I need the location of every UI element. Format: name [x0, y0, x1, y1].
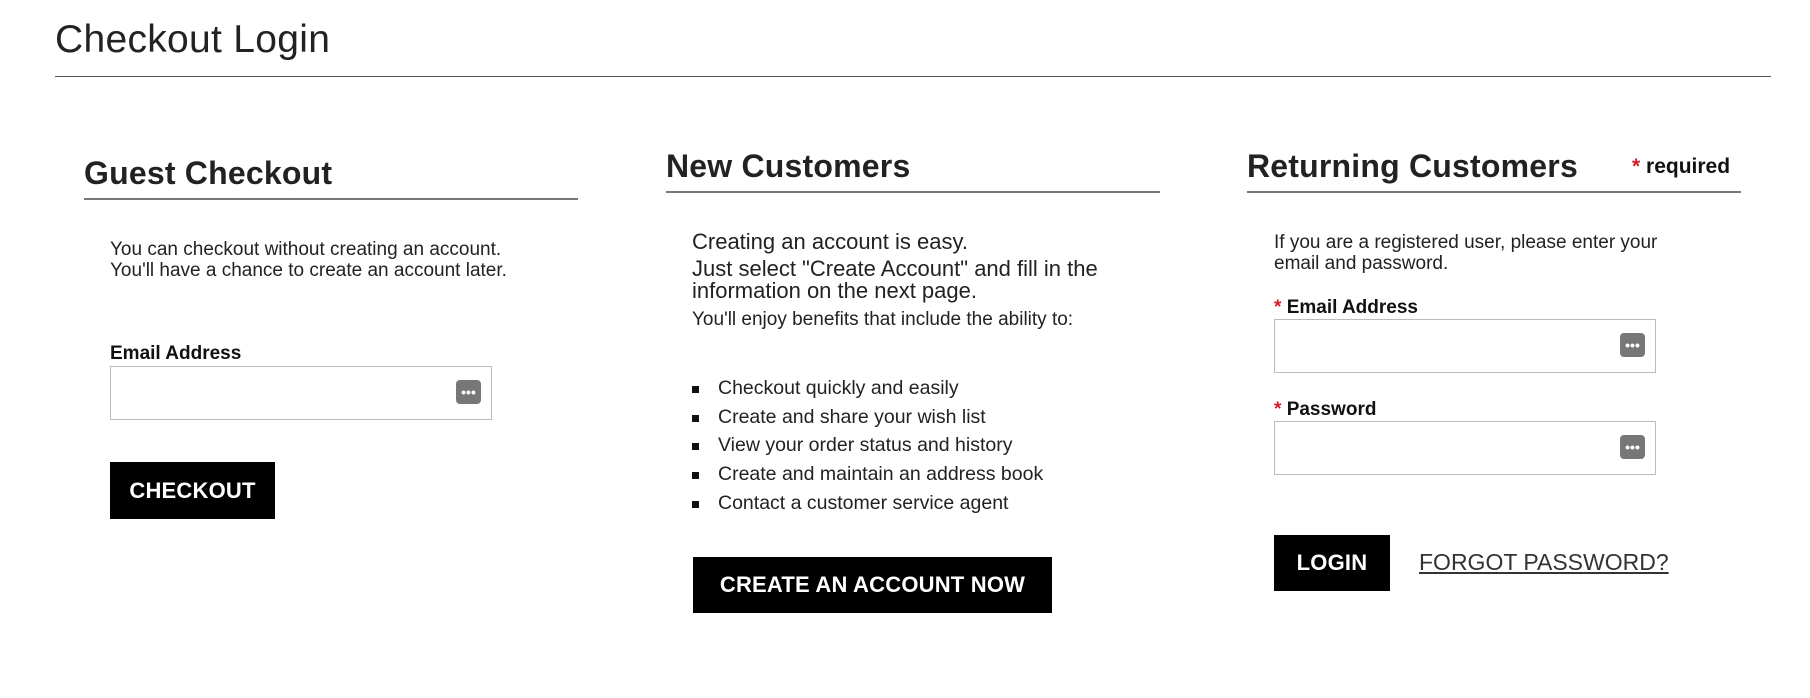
returning-email-input[interactable]: •••	[1274, 319, 1656, 373]
guest-email-label: Email Address	[110, 343, 242, 364]
email-label-text: Email Address	[1286, 297, 1418, 318]
intro-line-3: You'll enjoy benefits that include the a…	[692, 309, 1074, 330]
returning-password-field[interactable]	[1285, 423, 1609, 473]
checkout-button[interactable]: CHECKOUT	[110, 462, 275, 519]
required-star: *	[1274, 297, 1282, 318]
list-item: Create and share your wish list	[692, 403, 1043, 432]
new-customers-heading: New Customers	[666, 148, 911, 184]
required-star: *	[1274, 399, 1282, 420]
forgot-password-link[interactable]: FORGOT PASSWORD?	[1419, 549, 1669, 576]
password-manager-icon[interactable]: •••	[1620, 333, 1645, 357]
guest-heading-divider	[84, 198, 578, 200]
returning-email-label: * Email Address	[1274, 297, 1418, 319]
guest-email-field[interactable]	[121, 368, 445, 418]
list-item: View your order status and history	[692, 431, 1043, 460]
guest-checkout-section: Guest Checkout	[84, 155, 578, 200]
returning-description: If you are a registered user, please ent…	[1274, 232, 1658, 274]
page-title: Checkout Login	[55, 18, 331, 61]
required-text: required	[1646, 155, 1731, 178]
new-customers-heading-divider	[666, 191, 1160, 193]
returning-email-field[interactable]	[1285, 321, 1609, 371]
guest-description: You can checkout without creating an acc…	[110, 239, 507, 281]
list-item: Contact a customer service agent	[692, 489, 1043, 518]
password-manager-icon[interactable]: •••	[1620, 435, 1645, 459]
returning-heading-divider	[1247, 191, 1741, 193]
list-item: Create and maintain an address book	[692, 460, 1043, 489]
new-customers-intro: Creating an account is easy. Just select…	[692, 228, 1132, 330]
list-item: Checkout quickly and easily	[692, 374, 1043, 403]
guest-checkout-heading: Guest Checkout	[84, 155, 333, 191]
title-divider	[55, 76, 1771, 77]
returning-password-input[interactable]: •••	[1274, 421, 1656, 475]
required-note: * required	[1632, 155, 1730, 179]
create-account-button[interactable]: CREATE AN ACCOUNT NOW	[693, 557, 1052, 613]
intro-line-1: Creating an account is easy.	[692, 229, 968, 254]
guest-email-input[interactable]: •••	[110, 366, 492, 420]
returning-password-label: * Password	[1274, 399, 1376, 421]
benefits-list: Checkout quickly and easily Create and s…	[692, 374, 1043, 517]
login-button[interactable]: LOGIN	[1274, 535, 1390, 591]
new-customers-section: New Customers	[666, 148, 1160, 193]
password-manager-icon[interactable]: •••	[456, 380, 481, 404]
password-label-text: Password	[1286, 399, 1377, 420]
intro-line-2: Just select "Create Account" and fill in…	[692, 256, 1098, 303]
required-star: *	[1632, 155, 1641, 178]
